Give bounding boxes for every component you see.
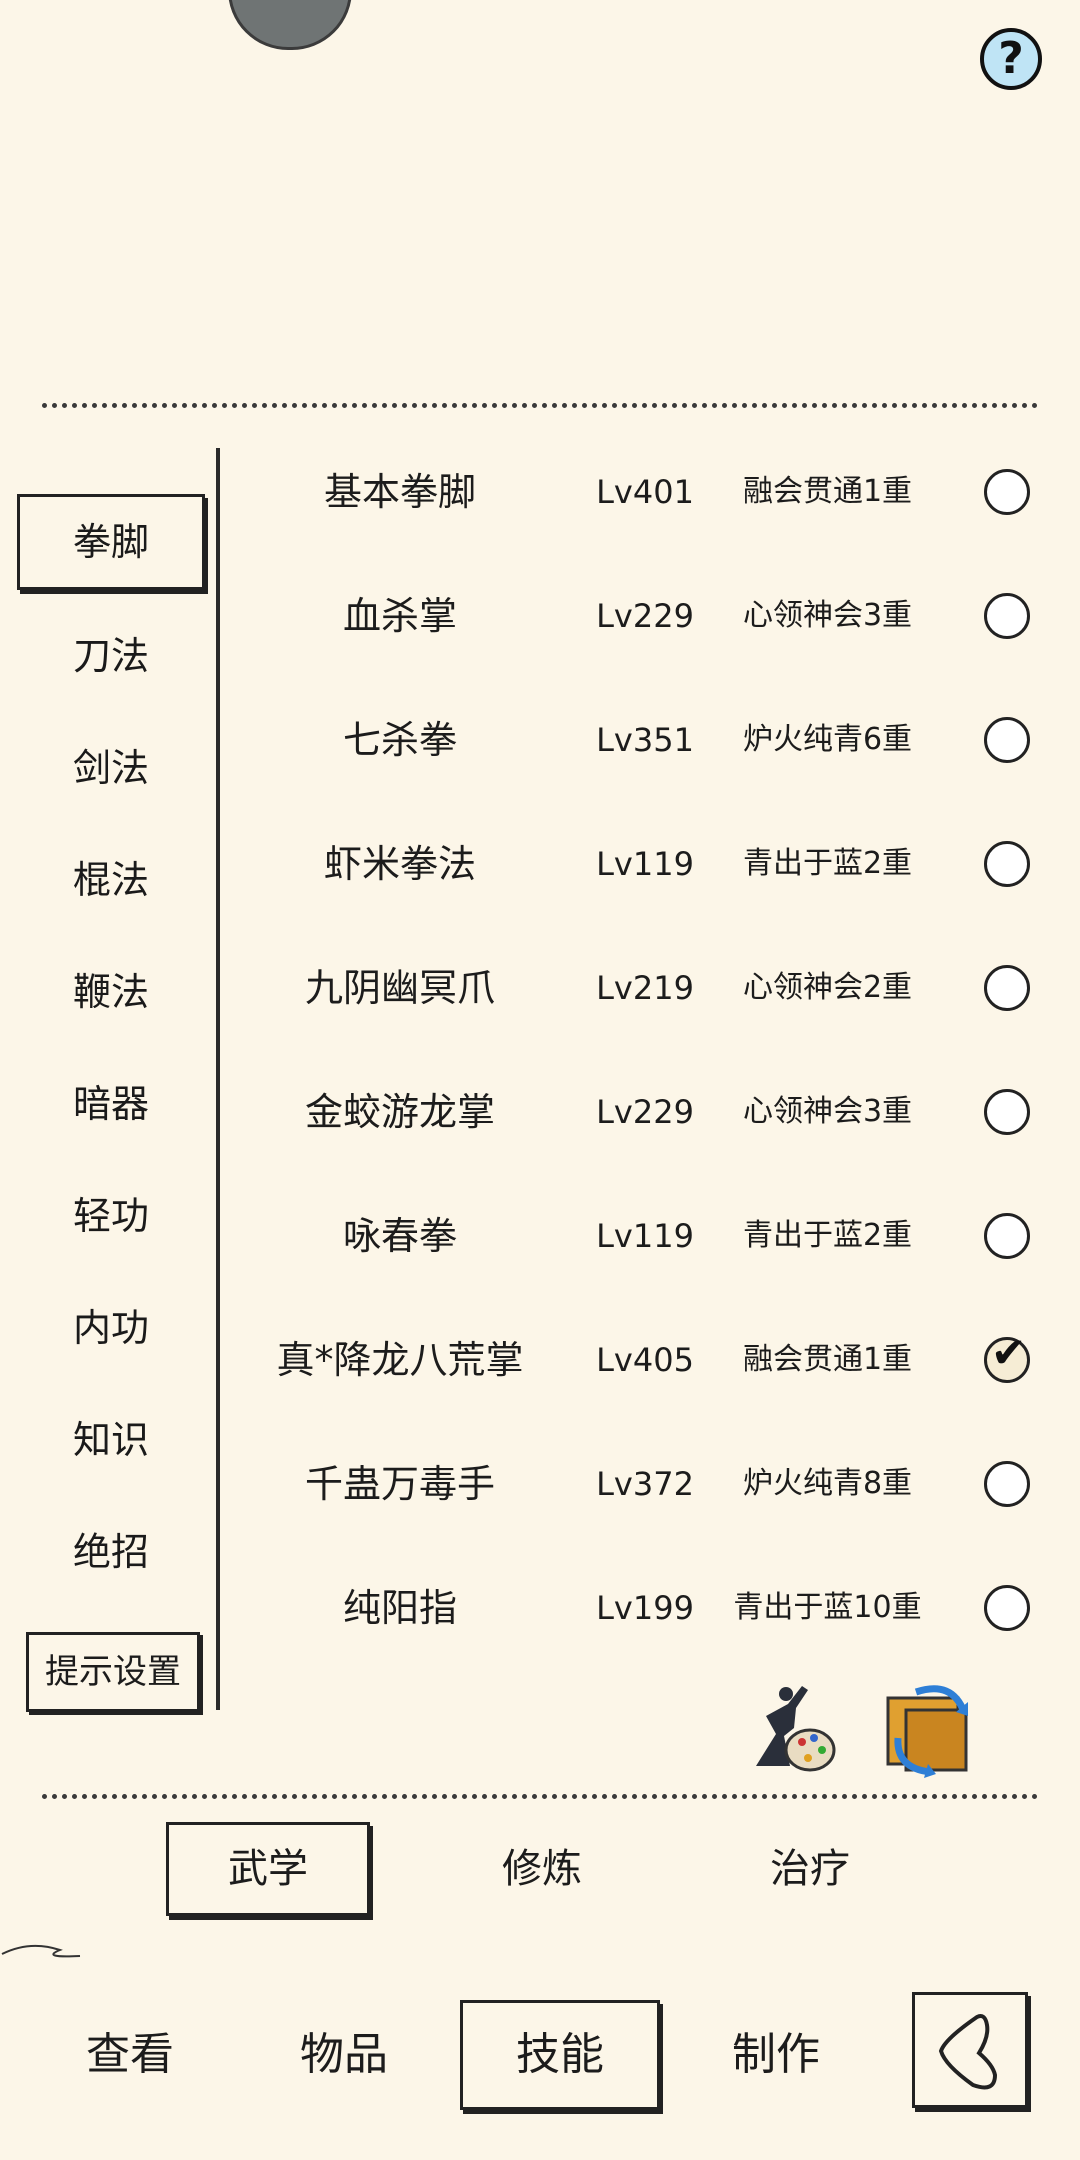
hint-settings-button[interactable]: 提示设置 [26,1632,200,1712]
skill-row[interactable]: 七杀拳 Lv351 炉火纯青6重 [230,678,1050,802]
subtab-0[interactable]: 武学 [166,1822,370,1916]
skill-select-radio[interactable] [984,1585,1030,1631]
skill-select-radio[interactable]: ✔ [984,1332,1030,1383]
skill-row[interactable]: 基本拳脚 Lv401 融会贯通1重 [230,430,1050,554]
skill-name: 纯阳指 [342,1586,457,1630]
skill-select-radio[interactable] [984,1089,1030,1135]
skill-rank: 心领神会3重 [742,1094,913,1129]
skill-level: Lv229 [596,597,694,635]
subtab-1[interactable]: 修炼 [440,1822,644,1916]
skill-level: Lv119 [596,845,694,883]
skill-name: 九阴幽冥爪 [304,966,495,1010]
skill-rank: 青出于蓝2重 [742,1218,913,1253]
skill-name: 真*降龙八荒掌 [276,1338,524,1382]
skill-row[interactable]: 金蛟游龙掌 Lv229 心领神会3重 [230,1050,1050,1174]
skill-select-radio[interactable] [984,841,1030,887]
skill-name: 七杀拳 [342,718,457,762]
skill-row[interactable]: 纯阳指 Lv199 青出于蓝10重 [230,1546,1050,1670]
nav-tab-0[interactable]: 查看 [30,2000,230,2110]
nav-tab-2[interactable]: 技能 [460,2000,660,2110]
category-tab-7[interactable]: 内功 [16,1280,206,1376]
help-button[interactable]: ? [980,28,1042,90]
category-tab-0[interactable]: 拳脚 [17,494,205,590]
skill-row[interactable]: 咏春拳 Lv119 青出于蓝2重 [230,1174,1050,1298]
brush-stroke-decoration [1,1944,81,1958]
nav-tab-1[interactable]: 物品 [244,2000,444,2110]
skill-level: Lv219 [596,969,694,1007]
nav-tab-3[interactable]: 制作 [676,2000,876,2110]
skill-select-radio[interactable] [984,469,1030,515]
skill-level: Lv372 [596,1465,694,1503]
skill-name: 虾米拳法 [323,842,476,886]
category-tab-4[interactable]: 鞭法 [16,944,206,1040]
martial-pose-palette-icon[interactable] [736,1676,840,1780]
top-divider [42,403,1038,408]
subtab-2[interactable]: 治疗 [708,1822,912,1916]
skill-name: 咏春拳 [342,1214,457,1258]
category-divider [216,448,220,1710]
skill-level: Lv401 [596,473,694,511]
category-tab-5[interactable]: 暗器 [16,1056,206,1152]
skill-rank: 融会贯通1重 [742,474,913,509]
skill-row[interactable]: 血杀掌 Lv229 心领神会3重 [230,554,1050,678]
bottom-divider [42,1794,1038,1799]
skill-rank: 青出于蓝2重 [742,846,913,881]
skill-rank: 炉火纯青8重 [742,1466,913,1501]
skill-select-radio[interactable] [984,593,1030,639]
swap-scroll-icon[interactable] [876,1676,980,1780]
skill-rank: 心领神会2重 [742,970,913,1005]
skill-name: 千蛊万毒手 [304,1462,495,1506]
skill-level: Lv351 [596,721,694,759]
skill-select-radio[interactable] [984,1461,1030,1507]
category-tab-8[interactable]: 知识 [16,1392,206,1488]
skill-rank: 心领神会3重 [742,598,913,633]
skill-name: 基本拳脚 [323,470,476,514]
skill-level: Lv405 [596,1341,694,1379]
skill-row[interactable]: 九阴幽冥爪 Lv219 心领神会2重 [230,926,1050,1050]
skill-level: Lv199 [596,1589,694,1627]
skill-row[interactable]: 千蛊万毒手 Lv372 炉火纯青8重 [230,1422,1050,1546]
skill-level: Lv229 [596,1093,694,1131]
skill-name: 血杀掌 [342,594,457,638]
skill-select-radio[interactable] [984,1213,1030,1259]
skill-level: Lv119 [596,1217,694,1255]
category-tab-9[interactable]: 绝招 [16,1504,206,1600]
checkmark-icon: ✔ [991,1328,1027,1377]
back-button[interactable] [912,1992,1028,2108]
skill-row[interactable]: 真*降龙八荒掌 Lv405 融会贯通1重 ✔ [230,1298,1050,1422]
category-tab-3[interactable]: 棍法 [16,832,206,928]
category-tab-1[interactable]: 刀法 [16,608,206,704]
category-tab-2[interactable]: 剑法 [16,720,206,816]
skill-name: 金蛟游龙掌 [304,1090,495,1134]
skill-rank: 炉火纯青6重 [742,722,913,757]
skill-row[interactable]: 虾米拳法 Lv119 青出于蓝2重 [230,802,1050,926]
back-arrow-icon [938,2014,998,2090]
skill-rank: 青出于蓝10重 [733,1590,922,1625]
skill-rank: 融会贯通1重 [742,1342,913,1377]
category-tab-6[interactable]: 轻功 [16,1168,206,1264]
skill-select-radio[interactable] [984,717,1030,763]
mascot-avatar[interactable] [228,0,352,50]
skill-select-radio[interactable] [984,965,1030,1011]
